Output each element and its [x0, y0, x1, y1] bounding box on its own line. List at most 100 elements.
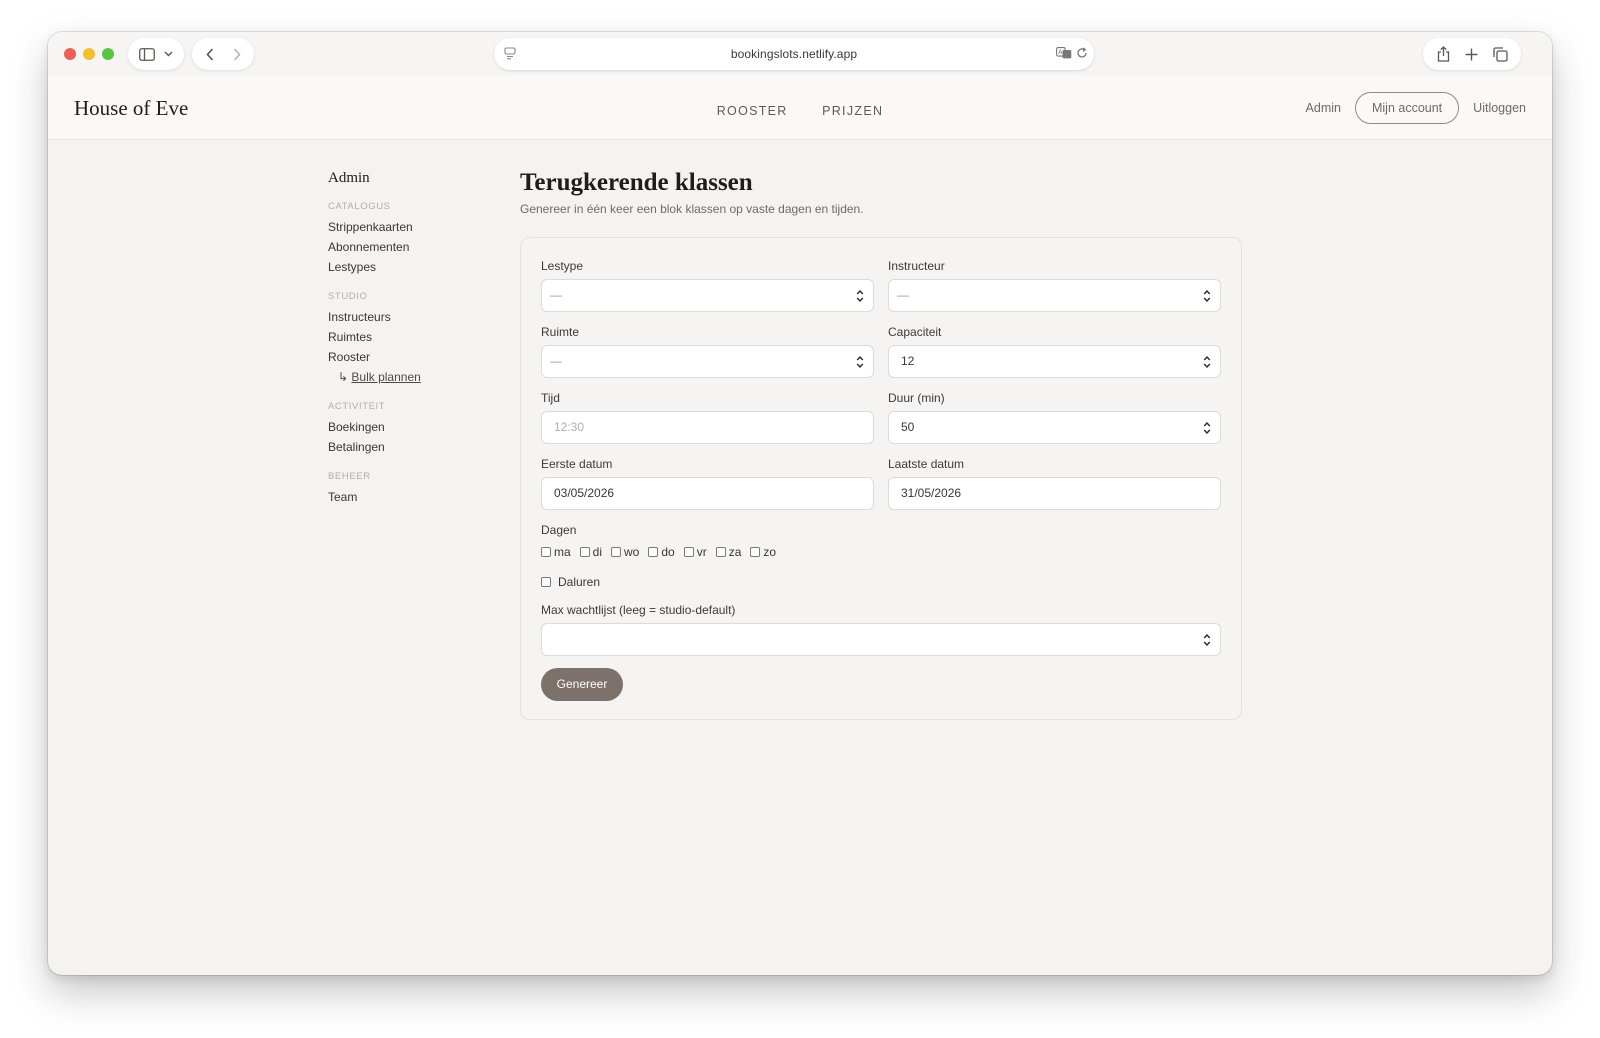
share-icon[interactable] — [1437, 46, 1450, 62]
history-nav-group — [192, 38, 254, 70]
sidebar-item-instructeurs[interactable]: Instructeurs — [328, 307, 488, 327]
browser-toolbar: bookingslots.netlify.app A — [48, 32, 1552, 76]
dagen-checkbox-group: ma di wo do vr za zo — [541, 545, 785, 559]
day-label: di — [592, 545, 603, 559]
day-label: wo — [624, 545, 640, 559]
laatste-datum-input[interactable]: 31/05/2026 — [888, 477, 1221, 510]
new-tab-icon[interactable] — [1465, 48, 1478, 61]
tijd-label: Tijd — [541, 391, 560, 405]
chevron-down-icon[interactable] — [164, 51, 173, 57]
my-account-button[interactable]: Mijn account — [1354, 92, 1460, 124]
sidebar-heading-activiteit: ACTIVITEIT — [328, 401, 386, 412]
capaciteit-label: Capaciteit — [888, 325, 942, 339]
capaciteit-input[interactable]: 12 — [888, 345, 1221, 378]
sidebar-toggle-group — [128, 38, 184, 70]
day-checkbox-zo[interactable]: zo — [750, 545, 776, 559]
browser-window: bookingslots.netlify.app A House of Eve … — [48, 32, 1552, 975]
sidebar-item-abonnementen[interactable]: Abonnementen — [328, 237, 488, 257]
duur-input[interactable]: 50 — [888, 411, 1221, 444]
sidebar-heading-catalogus: CATALOGUS — [328, 201, 391, 212]
sidebar-item-rooster[interactable]: Rooster — [328, 347, 488, 367]
max-wachtlijst-input[interactable] — [541, 623, 1221, 656]
sidebar-item-ruimtes[interactable]: Ruimtes — [328, 327, 488, 347]
ruimte-select[interactable]: — — [541, 345, 874, 378]
ruimte-value: — — [550, 354, 562, 368]
duur-value: 50 — [901, 420, 915, 434]
day-checkbox-di[interactable]: di — [579, 545, 603, 559]
stepper-arrows-icon[interactable] — [1203, 633, 1211, 647]
instructeur-select[interactable]: — — [888, 279, 1221, 312]
dagen-label: Dagen — [541, 523, 577, 537]
sidebar-icon[interactable] — [138, 47, 155, 61]
lestype-select[interactable]: — — [541, 279, 874, 312]
ruimte-label: Ruimte — [541, 325, 580, 339]
header-actions: Admin Mijn account Uitloggen — [1306, 92, 1526, 124]
dagen-field: Dagen — [541, 523, 841, 543]
minimize-window-button[interactable] — [83, 48, 95, 60]
checkbox-box[interactable] — [611, 547, 622, 557]
admin-link[interactable]: Admin — [1306, 101, 1341, 115]
zoom-window-button[interactable] — [102, 48, 114, 60]
checkbox-box[interactable] — [648, 547, 659, 557]
day-checkbox-ma[interactable]: ma — [541, 545, 571, 559]
checkbox-box[interactable] — [541, 577, 551, 587]
close-window-button[interactable] — [64, 48, 76, 60]
sidebar-item-team[interactable]: Team — [328, 487, 488, 507]
reload-icon[interactable] — [1076, 47, 1088, 59]
capaciteit-value: 12 — [901, 354, 915, 368]
tab-overview-icon[interactable] — [1492, 46, 1508, 62]
day-checkbox-vr[interactable]: vr — [683, 545, 707, 559]
lestype-field: Lestype — — [541, 259, 874, 312]
svg-text:A: A — [1058, 49, 1063, 56]
select-arrows-icon — [856, 289, 864, 303]
stepper-arrows-icon[interactable] — [1203, 421, 1211, 435]
sidebar-item-strippenkaarten[interactable]: Strippenkaarten — [328, 217, 488, 237]
stepper-arrows-icon[interactable] — [1203, 355, 1211, 369]
logout-link[interactable]: Uitloggen — [1473, 101, 1526, 115]
instructeur-value: — — [897, 288, 909, 302]
sidebar-heading-beheer: BEHEER — [328, 471, 371, 482]
checkbox-box[interactable] — [579, 547, 590, 557]
admin-sidebar: Admin CATALOGUS Strippenkaarten Abonneme… — [328, 170, 488, 507]
daluren-checkbox[interactable]: Daluren — [541, 575, 600, 589]
day-checkbox-wo[interactable]: wo — [611, 545, 639, 559]
sidebar-item-lestypes[interactable]: Lestypes — [328, 257, 488, 277]
laatste-datum-label: Laatste datum — [888, 457, 965, 471]
sidebar-subitem-bulk-plannen[interactable]: ↳ Bulk plannen — [328, 367, 488, 387]
back-icon[interactable] — [205, 47, 214, 61]
subitem-arrow: ↳ — [338, 370, 349, 384]
sidebar-heading-studio: STUDIO — [328, 291, 368, 302]
ruimte-field: Ruimte — — [541, 325, 874, 378]
tijd-input[interactable]: 12:30 — [541, 411, 874, 444]
genereer-button[interactable]: Genereer — [541, 668, 623, 701]
day-checkbox-do[interactable]: do — [648, 545, 675, 559]
tijd-placeholder: 12:30 — [554, 420, 585, 434]
max-wachtlijst-field: Max wachtlijst (leeg = studio-default) — [541, 603, 1221, 656]
eerste-datum-value: 03/05/2026 — [554, 486, 615, 500]
url-text: bookingslots.netlify.app — [730, 47, 858, 61]
checkbox-box[interactable] — [683, 547, 694, 557]
nav-prijzen[interactable]: PRIJZEN — [822, 104, 883, 118]
checkbox-box[interactable] — [750, 547, 761, 557]
sidebar-title: Admin — [328, 170, 370, 186]
forward-icon[interactable] — [233, 47, 241, 61]
window-actions-group — [1423, 38, 1521, 70]
max-wachtlijst-label: Max wachtlijst (leeg = studio-default) — [541, 603, 736, 617]
checkbox-box[interactable] — [541, 547, 551, 557]
sidebar-item-betalingen[interactable]: Betalingen — [328, 437, 488, 457]
eerste-datum-field: Eerste datum 03/05/2026 — [541, 457, 874, 510]
day-label: vr — [696, 545, 707, 559]
select-arrows-icon — [856, 355, 864, 369]
page-subtitle: Genereer in één keer een blok klassen op… — [520, 202, 864, 216]
eerste-datum-input[interactable]: 03/05/2026 — [541, 477, 874, 510]
recurring-classes-form: Lestype — Instructeur — Ruimte — Capacit… — [520, 237, 1242, 720]
translate-icon[interactable]: A — [1056, 47, 1072, 59]
address-bar[interactable]: bookingslots.netlify.app A — [494, 38, 1094, 70]
nav-rooster[interactable]: ROOSTER — [717, 104, 788, 118]
checkbox-box[interactable] — [715, 547, 726, 557]
day-checkbox-za[interactable]: za — [715, 545, 741, 559]
day-label: ma — [554, 545, 571, 559]
day-label: zo — [763, 545, 777, 559]
lestype-label: Lestype — [541, 259, 584, 273]
sidebar-item-boekingen[interactable]: Boekingen — [328, 417, 488, 437]
